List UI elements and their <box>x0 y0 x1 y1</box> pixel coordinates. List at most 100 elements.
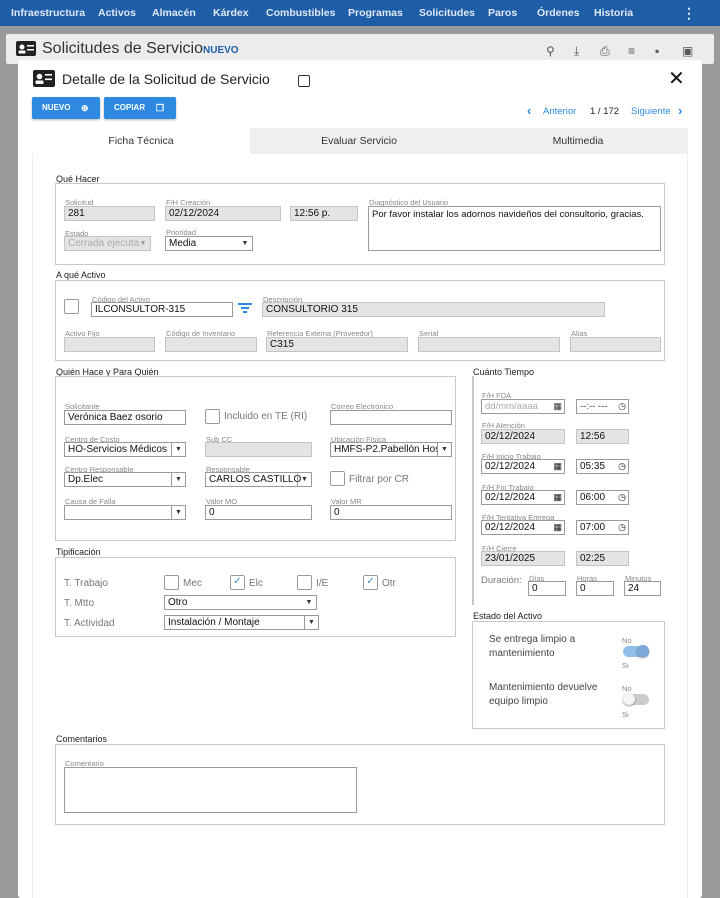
filter-list-icon[interactable] <box>238 302 252 314</box>
centro-responsable-select[interactable]: Dp.Elec ▼ <box>64 472 186 487</box>
print-icon[interactable]: ⎙ <box>600 44 610 59</box>
solicitante-field[interactable]: Verónica Baez osorio <box>64 410 186 425</box>
fda-time-field[interactable]: --:-- --- ◷ <box>576 399 629 414</box>
tab-multimedia[interactable]: Multimedia <box>468 128 688 154</box>
prioridad-select[interactable]: Media ▼ <box>165 236 253 251</box>
clock-icon: ◷ <box>618 461 626 471</box>
inicio-time-value: 05:35 <box>580 461 606 472</box>
incluido-te-checkbox[interactable] <box>205 409 220 424</box>
t-actividad-select[interactable]: Instalación / Montaje ▼ <box>164 615 319 630</box>
causa-falla-select[interactable]: ▼ <box>64 505 186 520</box>
creacion-time-field[interactable]: 12:56 p. <box>290 206 358 221</box>
valor-mo-field[interactable]: 0 <box>205 505 312 520</box>
elc-label: Elc <box>249 578 263 589</box>
elc-checkbox[interactable]: ✓ <box>230 575 245 590</box>
solicitud-field[interactable]: 281 <box>64 206 155 221</box>
alias-field[interactable] <box>570 337 661 352</box>
chevron-right-icon[interactable]: › <box>678 103 682 118</box>
tiempo-panel <box>472 376 474 605</box>
tentativa-date-field[interactable]: 02/12/2024 ▦ <box>481 520 565 535</box>
inicio-time-field[interactable]: 05:35 ◷ <box>576 459 629 474</box>
section-tiempo: Cuánto Tiempo <box>473 367 535 377</box>
section-comentarios: Comentarios <box>56 734 108 744</box>
copiar-button[interactable]: COPIAR ❐ <box>104 97 176 119</box>
chat-icon[interactable]: ▪ <box>655 44 659 58</box>
referencia-field[interactable]: C315 <box>266 337 408 352</box>
fin-date-field[interactable]: 02/12/2024 ▦ <box>481 490 565 505</box>
centro-responsable-value: Dp.Elec <box>68 474 104 485</box>
comentario-textarea[interactable] <box>64 767 357 813</box>
fda-time-value: --:-- --- <box>580 401 608 412</box>
responsable-select[interactable]: CARLOS CASTILLO ▼ <box>205 472 312 487</box>
atencion-time-field[interactable]: 12:56 <box>576 429 629 444</box>
creacion-date-field[interactable]: 02/12/2024 <box>165 206 281 221</box>
tentativa-time-field[interactable]: 07:00 ◷ <box>576 520 629 535</box>
filter-icon[interactable]: ≡ <box>628 44 635 58</box>
diagnostico-textarea[interactable]: Por favor instalar los adornos navideños… <box>368 206 661 251</box>
correo-field[interactable] <box>330 410 452 425</box>
inicio-date-field[interactable]: 02/12/2024 ▦ <box>481 459 565 474</box>
search-icon[interactable]: ⚲ <box>546 44 555 58</box>
bg-new-badge[interactable]: NUEVO <box>203 45 239 56</box>
filtrar-cr-checkbox[interactable] <box>330 471 345 486</box>
horas-field[interactable]: 0 <box>576 581 614 596</box>
cierre-time-field[interactable]: 02:25 <box>576 551 629 566</box>
ie-checkbox[interactable] <box>297 575 312 590</box>
mec-checkbox[interactable] <box>164 575 179 590</box>
chevron-left-icon[interactable]: ‹ <box>527 103 531 118</box>
dias-field[interactable]: 0 <box>528 581 566 596</box>
t-mtto-select[interactable]: Otro ▼ <box>164 595 317 610</box>
codigo-activo-field[interactable]: ILCONSULTOR-315 <box>91 302 233 317</box>
minutos-field[interactable]: 24 <box>624 581 661 596</box>
centro-costo-select[interactable]: HO-Servicios Médicos ▼ <box>64 442 186 457</box>
tab-evaluar-servicio[interactable]: Evaluar Servicio <box>250 128 468 154</box>
bg-page-title: Solicitudes de Servicio <box>42 40 203 57</box>
otr-checkbox[interactable]: ✓ <box>363 575 378 590</box>
next-link[interactable]: Siguiente <box>631 106 671 117</box>
nuevo-button[interactable]: NUEVO ⊕ <box>32 97 100 119</box>
nav-combustibles[interactable]: Combustibles <box>266 0 335 26</box>
title-checkbox[interactable] <box>298 75 310 87</box>
tab-ficha-tecnica[interactable]: Ficha Técnica <box>32 128 250 154</box>
atencion-date-field[interactable]: 02/12/2024 <box>481 429 565 444</box>
toggle-knob <box>637 645 649 657</box>
prev-link[interactable]: Anterior <box>543 106 576 117</box>
nav-paros[interactable]: Paros <box>488 0 517 26</box>
t-actividad-label: T. Actividad <box>64 618 115 629</box>
nav-infraestructura[interactable]: Infraestructura <box>11 0 85 26</box>
nav-almacen[interactable]: Almacén <box>152 0 196 26</box>
chevron-down-icon: ▼ <box>171 506 185 519</box>
toggle2-si-label: Si <box>622 710 629 719</box>
section-activo: A qué Activo <box>56 270 106 280</box>
download-icon[interactable]: ⤓ <box>574 44 579 59</box>
ubicacion-select[interactable]: HMFS-P2.Pabellón Hosp ▼ <box>330 442 452 457</box>
nav-solicitudes[interactable]: Solicitudes <box>419 0 475 26</box>
serial-field[interactable] <box>418 337 560 352</box>
fin-time-field[interactable]: 06:00 ◷ <box>576 490 629 505</box>
nav-activos[interactable]: Activos <box>98 0 136 26</box>
close-icon[interactable]: ✕ <box>668 66 685 91</box>
more-vert-icon[interactable]: ⋮ <box>682 0 696 26</box>
nav-kardex[interactable]: Kárdex <box>213 0 249 26</box>
limpio-entrega-toggle[interactable] <box>623 645 649 657</box>
activo-checkbox[interactable] <box>64 299 79 314</box>
image-icon[interactable]: ▣ <box>682 44 693 58</box>
fda-date-field[interactable]: dd/mm/aaaa ▦ <box>481 399 565 414</box>
estado-select[interactable]: Cerrada ejecuta ▼ <box>64 236 151 251</box>
chevron-down-icon: ▼ <box>305 599 313 606</box>
limpio-devuelve-toggle[interactable] <box>623 693 649 705</box>
chevron-down-icon: ▼ <box>171 443 185 456</box>
subcc-field[interactable] <box>205 442 312 457</box>
descripcion-field[interactable]: CONSULTORIO 315 <box>262 302 605 317</box>
page-counter: 1 / 172 <box>590 106 620 117</box>
incluido-te-label: Incluido en TE (RI) <box>224 411 308 422</box>
nav-ordenes[interactable]: Órdenes <box>537 0 580 26</box>
toggle1-si-label: Si <box>622 661 629 670</box>
nav-programas[interactable]: Programas <box>348 0 403 26</box>
cierre-date-field[interactable]: 23/01/2025 <box>481 551 565 566</box>
mec-label: Mec <box>183 578 202 589</box>
activo-fijo-field[interactable] <box>64 337 155 352</box>
nav-historia[interactable]: Historia <box>594 0 633 26</box>
valor-mr-field[interactable]: 0 <box>330 505 452 520</box>
inventario-field[interactable] <box>165 337 257 352</box>
